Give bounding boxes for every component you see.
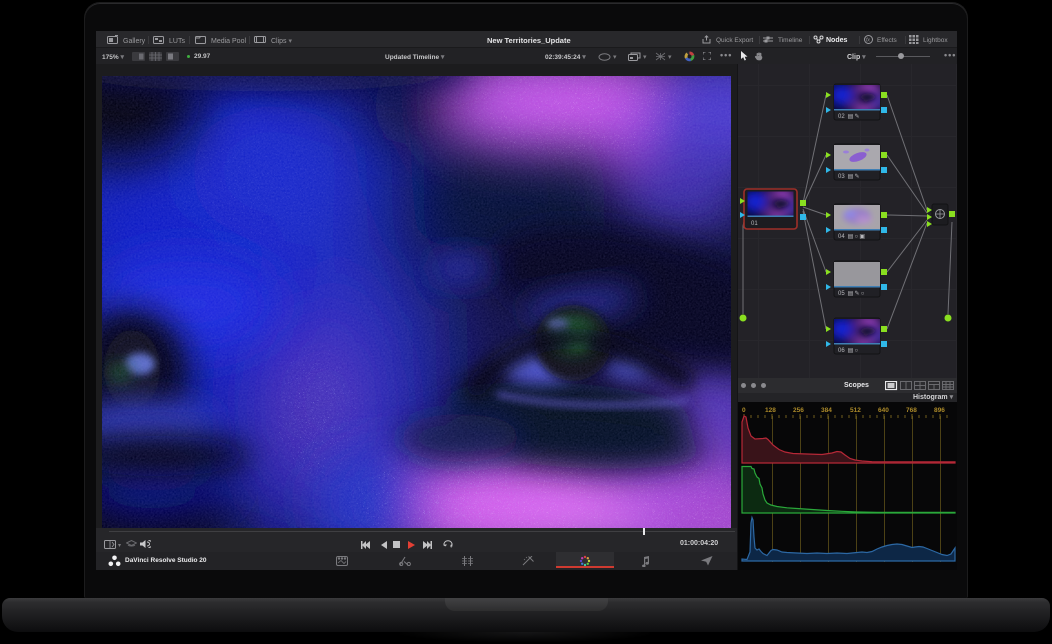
svg-text:128: 128	[765, 407, 776, 414]
svg-text:0: 0	[742, 407, 746, 414]
svg-text:03 ▤ ✎: 03 ▤ ✎	[838, 173, 860, 180]
svg-text:fx: fx	[866, 38, 870, 44]
svg-text:640: 640	[878, 407, 889, 414]
svg-text:512: 512	[850, 407, 861, 414]
svg-text:768: 768	[906, 407, 917, 414]
svg-text:01: 01	[751, 221, 758, 227]
svg-text:06 ▤ ○: 06 ▤ ○	[838, 348, 859, 354]
svg-text:896: 896	[934, 407, 945, 414]
svg-text:02 ▤ ✎: 02 ▤ ✎	[838, 113, 860, 120]
svg-text:04 ▤ ○ ▣: 04 ▤ ○ ▣	[838, 234, 865, 240]
svg-text:05 ▤ ✎ ○: 05 ▤ ✎ ○	[838, 290, 865, 297]
svg-text:256: 256	[793, 407, 804, 414]
svg-text:384: 384	[821, 407, 832, 414]
